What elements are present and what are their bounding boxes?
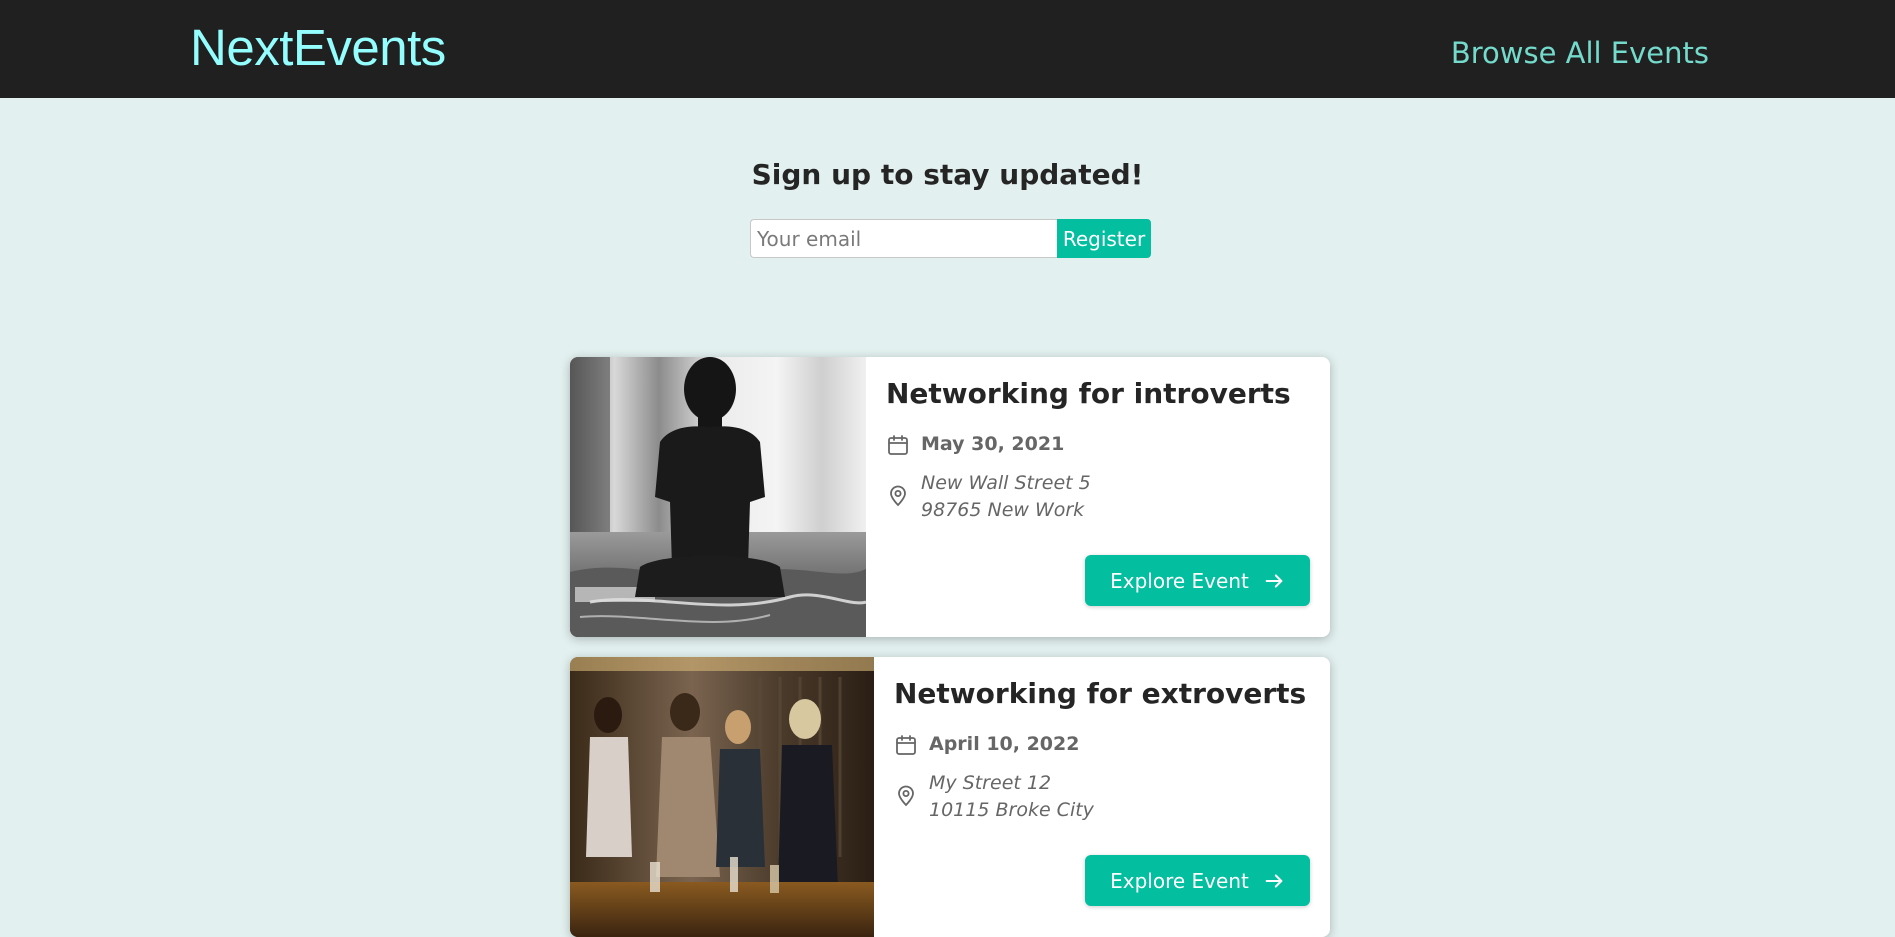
browse-all-events-link[interactable]: Browse All Events xyxy=(1451,36,1709,70)
event-date-text: May 30, 2021 xyxy=(921,433,1065,455)
header: NextEvents Browse All Events xyxy=(0,0,1895,98)
address-line1: New Wall Street 5 xyxy=(921,472,1091,494)
signup-form: Register xyxy=(750,219,1151,258)
event-card: Networking for introverts May 30, 2021 N… xyxy=(570,357,1330,637)
signup-title: Sign up to stay updated! xyxy=(751,158,1144,191)
event-date-text: April 10, 2022 xyxy=(929,733,1080,755)
register-button[interactable]: Register xyxy=(1057,219,1151,258)
explore-event-label: Explore Event xyxy=(1110,568,1249,593)
arrow-right-icon xyxy=(1265,873,1283,888)
explore-event-button[interactable]: Explore Event xyxy=(1085,555,1310,606)
explore-event-button[interactable]: Explore Event xyxy=(1085,855,1310,906)
address-line2: 10115 Broke City xyxy=(929,799,1094,821)
address-line2: 98765 New Work xyxy=(921,499,1085,521)
calendar-icon xyxy=(896,735,916,755)
event-image-extroverts xyxy=(570,657,874,937)
address-line1: My Street 12 xyxy=(929,772,1052,794)
location-pin-icon xyxy=(898,785,914,807)
logo[interactable]: NextEvents xyxy=(190,18,446,77)
location-pin-icon xyxy=(890,485,906,507)
event-image-introverts xyxy=(570,357,866,637)
event-card: Networking for extroverts April 10, 2022… xyxy=(570,657,1330,937)
explore-event-label: Explore Event xyxy=(1110,868,1249,893)
calendar-icon xyxy=(888,435,908,455)
event-content: Networking for introverts May 30, 2021 N… xyxy=(886,357,1330,637)
email-input[interactable] xyxy=(750,219,1058,258)
arrow-right-icon xyxy=(1265,573,1283,588)
event-title: Networking for extroverts xyxy=(894,677,1307,710)
event-content: Networking for extroverts April 10, 2022… xyxy=(894,657,1330,937)
event-title: Networking for introverts xyxy=(886,377,1291,410)
